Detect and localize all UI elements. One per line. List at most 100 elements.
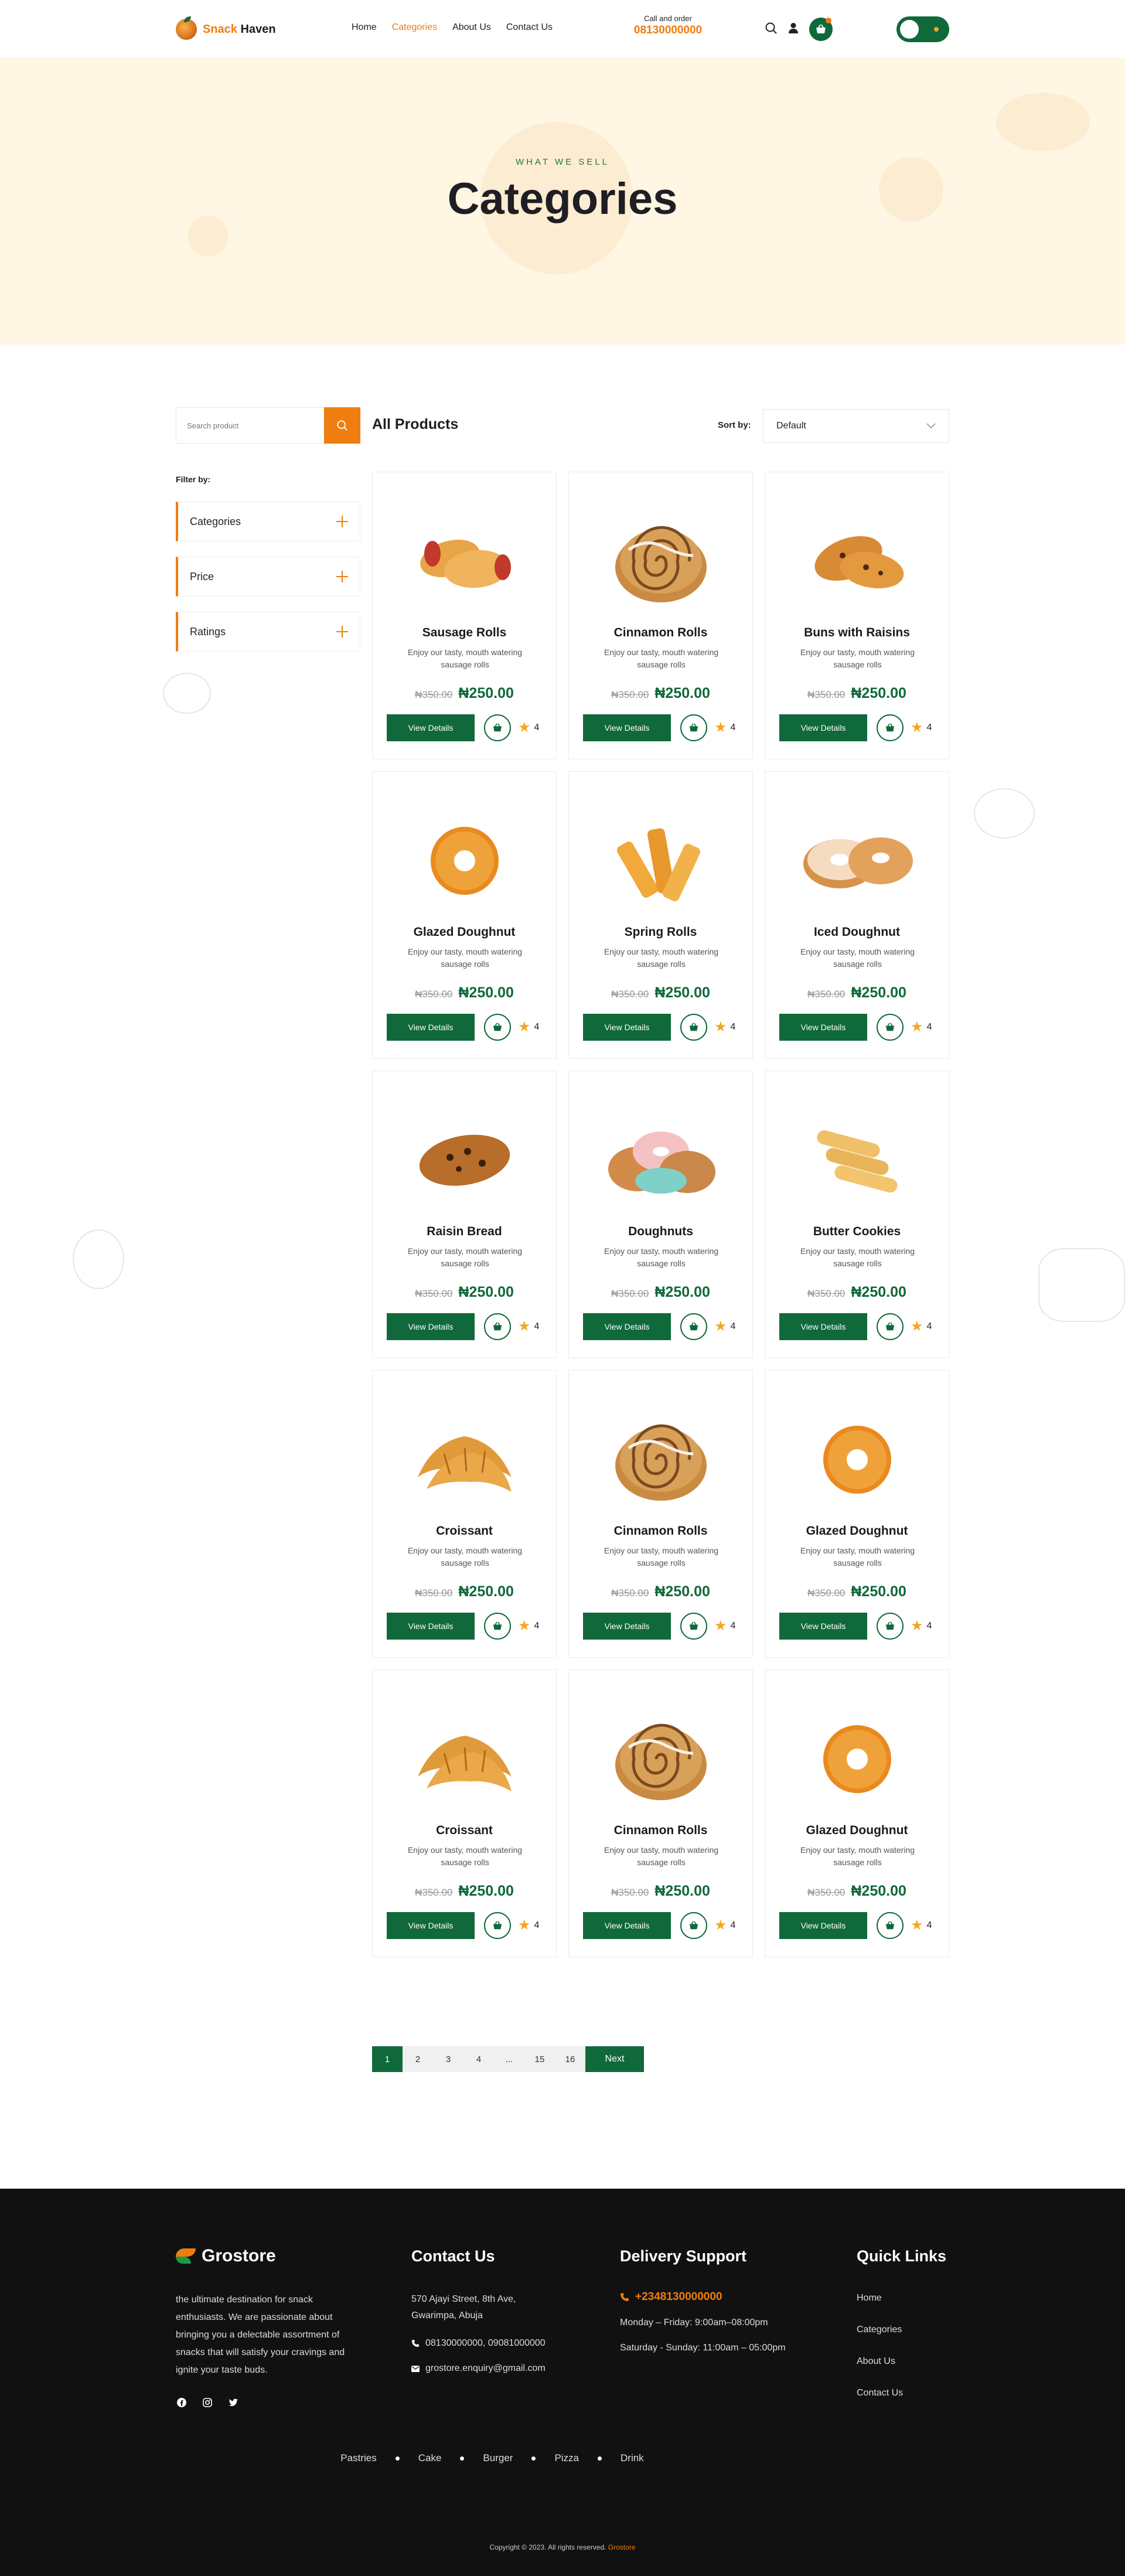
- footer-cat-pastries[interactable]: Pastries: [340, 2452, 376, 2464]
- product-old-price: ₦350.00: [807, 989, 846, 1000]
- nav-categories[interactable]: Categories: [392, 22, 437, 33]
- product-card[interactable]: Buns with Raisins Enjoy our tasty, mouth …: [765, 472, 949, 759]
- rating-value: 4: [730, 1920, 736, 1930]
- view-details-button[interactable]: View Details: [387, 714, 475, 741]
- copyright-brand[interactable]: Grostore: [608, 2543, 636, 2551]
- search-input[interactable]: [176, 408, 324, 443]
- product-card[interactable]: Butter Cookies Enjoy our tasty, mouth wat…: [765, 1071, 949, 1358]
- footer-link-home[interactable]: Home: [857, 2293, 882, 2304]
- page-15[interactable]: 15: [524, 2046, 555, 2072]
- product-actions: View Details ★ 4: [387, 1912, 542, 1939]
- view-details-button[interactable]: View Details: [779, 1313, 867, 1340]
- add-to-cart-button[interactable]: [680, 1912, 707, 1939]
- add-to-cart-button[interactable]: [680, 1313, 707, 1340]
- product-card[interactable]: Glazed Doughnut Enjoy our tasty, mouth wa…: [765, 1669, 949, 1957]
- view-details-button[interactable]: View Details: [583, 1613, 671, 1640]
- contact-email-address[interactable]: grostore.enquiry@gmail.com: [425, 2360, 546, 2377]
- footer-cat-pizza[interactable]: Pizza: [554, 2452, 579, 2464]
- nav-contact[interactable]: Contact Us: [506, 22, 553, 33]
- product-card[interactable]: Iced Doughnut Enjoy our tasty, mouth wate…: [765, 771, 949, 1059]
- page-1[interactable]: 1: [372, 2046, 403, 2072]
- view-details-button[interactable]: View Details: [583, 714, 671, 741]
- product-card[interactable]: Cinnamon Rolls Enjoy our tasty, mouth wat…: [568, 1370, 753, 1658]
- page-2[interactable]: 2: [403, 2046, 433, 2072]
- sort-select[interactable]: Default: [763, 409, 949, 443]
- footer-link-categories[interactable]: Categories: [857, 2325, 902, 2335]
- product-rating: ★ 4: [714, 1320, 735, 1334]
- add-to-cart-button[interactable]: [484, 1313, 511, 1340]
- product-card[interactable]: Cinnamon Rolls Enjoy our tasty, mouth wat…: [568, 1669, 753, 1957]
- view-details-button[interactable]: View Details: [387, 1313, 475, 1340]
- view-details-button[interactable]: View Details: [583, 1912, 671, 1939]
- add-to-cart-button[interactable]: [484, 714, 511, 741]
- nav-home[interactable]: Home: [352, 22, 377, 33]
- view-details-button[interactable]: View Details: [387, 1613, 475, 1640]
- user-icon[interactable]: [788, 22, 799, 37]
- filter-ratings[interactable]: Ratings: [176, 612, 360, 652]
- add-to-cart-button[interactable]: [680, 1613, 707, 1640]
- view-details-button[interactable]: View Details: [779, 714, 867, 741]
- footer-cat-cake[interactable]: Cake: [418, 2452, 442, 2464]
- product-card[interactable]: Glazed Doughnut Enjoy our tasty, mouth wa…: [765, 1370, 949, 1658]
- footer-cat-burger[interactable]: Burger: [483, 2452, 513, 2464]
- filter-categories[interactable]: Categories: [176, 502, 360, 541]
- add-to-cart-button[interactable]: [877, 1912, 904, 1939]
- product-old-price: ₦350.00: [415, 1587, 453, 1599]
- view-details-button[interactable]: View Details: [779, 1613, 867, 1640]
- add-to-cart-button[interactable]: [680, 1014, 707, 1041]
- add-to-cart-button[interactable]: [877, 1613, 904, 1640]
- rating-value: 4: [730, 1621, 736, 1631]
- star-icon: ★: [518, 1318, 531, 1334]
- product-card[interactable]: Sausage Rolls Enjoy our tasty, mouth wate…: [372, 472, 557, 759]
- theme-toggle[interactable]: [896, 16, 949, 42]
- product-card[interactable]: Croissant Enjoy our tasty, mouth watering…: [372, 1669, 557, 1957]
- product-name: Doughnuts: [628, 1225, 693, 1238]
- add-to-cart-button[interactable]: [877, 1014, 904, 1041]
- call-to-order: Call and order 08130000000: [627, 14, 709, 37]
- footer-link-contact[interactable]: Contact Us: [857, 2388, 903, 2398]
- add-to-cart-button[interactable]: [484, 1912, 511, 1939]
- add-to-cart-button[interactable]: [484, 1613, 511, 1640]
- contact-phone-numbers: 08130000000, 09081000000: [425, 2338, 546, 2348]
- product-old-price: ₦350.00: [807, 1288, 846, 1299]
- footer-logo[interactable]: Grostore: [176, 2246, 276, 2266]
- view-details-button[interactable]: View Details: [387, 1014, 475, 1041]
- add-to-cart-button[interactable]: [877, 714, 904, 741]
- product-card[interactable]: Spring Rolls Enjoy our tasty, mouth water…: [568, 771, 753, 1059]
- footer-link-about[interactable]: About Us: [857, 2356, 895, 2367]
- add-to-cart-button[interactable]: [680, 714, 707, 741]
- view-details-button[interactable]: View Details: [583, 1313, 671, 1340]
- instagram-icon[interactable]: [202, 2397, 213, 2408]
- brand-logo[interactable]: Snack Haven: [176, 16, 276, 40]
- call-number[interactable]: 08130000000: [627, 24, 709, 37]
- view-details-button[interactable]: View Details: [779, 1014, 867, 1041]
- search-icon[interactable]: [765, 22, 778, 38]
- next-page-button[interactable]: Next: [585, 2046, 644, 2072]
- copyright: Copyright © 2023. All rights reserved. G…: [0, 2543, 1125, 2551]
- view-details-button[interactable]: View Details: [779, 1912, 867, 1939]
- product-old-price: ₦350.00: [415, 1288, 453, 1299]
- add-to-cart-button[interactable]: [877, 1313, 904, 1340]
- add-to-cart-button[interactable]: [484, 1014, 511, 1041]
- product-card[interactable]: Glazed Doughnut Enjoy our tasty, mouth wa…: [372, 771, 557, 1059]
- separator-dot: [460, 2456, 465, 2461]
- view-details-button[interactable]: View Details: [387, 1912, 475, 1939]
- twitter-icon[interactable]: [227, 2397, 239, 2408]
- facebook-icon[interactable]: [176, 2397, 188, 2408]
- view-details-button[interactable]: View Details: [583, 1014, 671, 1041]
- product-card[interactable]: Raisin Bread Enjoy our tasty, mouth water…: [372, 1071, 557, 1358]
- product-card[interactable]: Doughnuts Enjoy our tasty, mouth watering…: [568, 1071, 753, 1358]
- search-button[interactable]: [324, 407, 360, 444]
- filter-price[interactable]: Price: [176, 557, 360, 597]
- page-3[interactable]: 3: [433, 2046, 463, 2072]
- page-4[interactable]: 4: [463, 2046, 494, 2072]
- page-16[interactable]: 16: [555, 2046, 585, 2072]
- rating-value: 4: [926, 1022, 932, 1032]
- delivery-phone[interactable]: +2348130000000: [620, 2291, 722, 2304]
- product-card[interactable]: Croissant Enjoy our tasty, mouth watering…: [372, 1370, 557, 1658]
- footer-cat-drink[interactable]: Drink: [621, 2452, 644, 2464]
- product-name: Cinnamon Rolls: [613, 1824, 708, 1837]
- cart-button[interactable]: [809, 18, 833, 41]
- product-card[interactable]: Cinnamon Rolls Enjoy our tasty, mouth wat…: [568, 472, 753, 759]
- nav-about[interactable]: About Us: [452, 22, 491, 33]
